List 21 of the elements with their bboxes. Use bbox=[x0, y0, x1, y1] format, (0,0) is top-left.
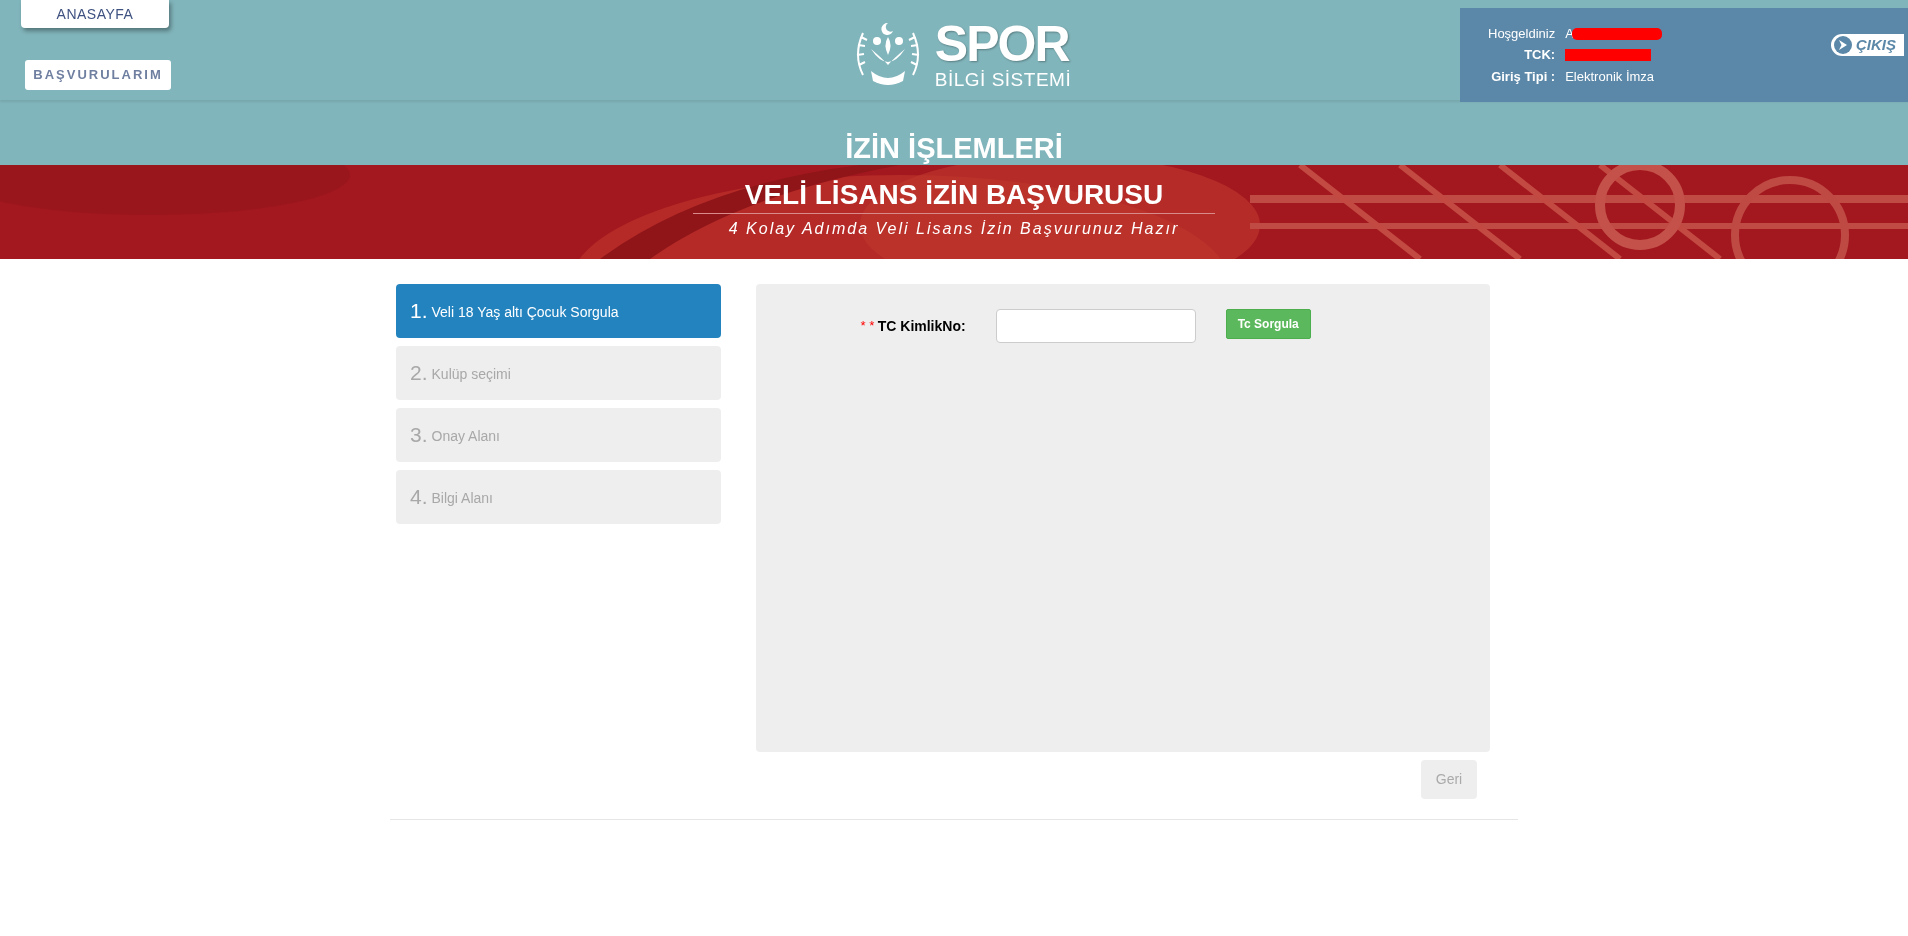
tc-query-button[interactable]: Tc Sorgula bbox=[1225, 309, 1311, 339]
logo-subtitle: BİLGİ SİSTEMİ bbox=[934, 70, 1072, 89]
step-tab[interactable]: 4. Bilgi Alanı bbox=[396, 470, 721, 524]
welcome-label: Hoşgeldiniz bbox=[1488, 24, 1556, 43]
login-type-value: Elektronik İmza bbox=[1565, 67, 1656, 86]
tck-label: TCK: bbox=[1523, 46, 1556, 65]
field-label: TC KimlikNo: bbox=[877, 317, 966, 336]
applications-button[interactable]: BAŞVURULARIM bbox=[25, 60, 171, 90]
home-button[interactable]: ANASAYFA bbox=[21, 0, 169, 28]
banner-subtitle: 4 Kolay Adımda Veli Lisans İzin Başvurunuz Hazır bbox=[728, 219, 1180, 239]
step-tab[interactable]: 2. Kulüp seçimi bbox=[396, 346, 721, 400]
section-title: İZİN İŞLEMLERİ bbox=[845, 134, 1063, 163]
banner-title: VELİ LİSANS İZİN BAŞVURUSU bbox=[692, 181, 1216, 214]
required-mark: * * bbox=[860, 317, 874, 335]
step-tab[interactable]: 1. Veli 18 Yaş altı Çocuk Sorgula bbox=[396, 284, 721, 338]
logo-title: SPOR bbox=[934, 19, 1069, 69]
login-type-label: Giriş Tipi : bbox=[1490, 67, 1556, 86]
logout-button[interactable]: ÇIKIŞ bbox=[1831, 34, 1904, 56]
user-name: A bbox=[1565, 24, 1574, 43]
tc-input-field[interactable] bbox=[995, 309, 1196, 343]
step-tab[interactable]: 3. Onay Alanı bbox=[396, 408, 721, 462]
